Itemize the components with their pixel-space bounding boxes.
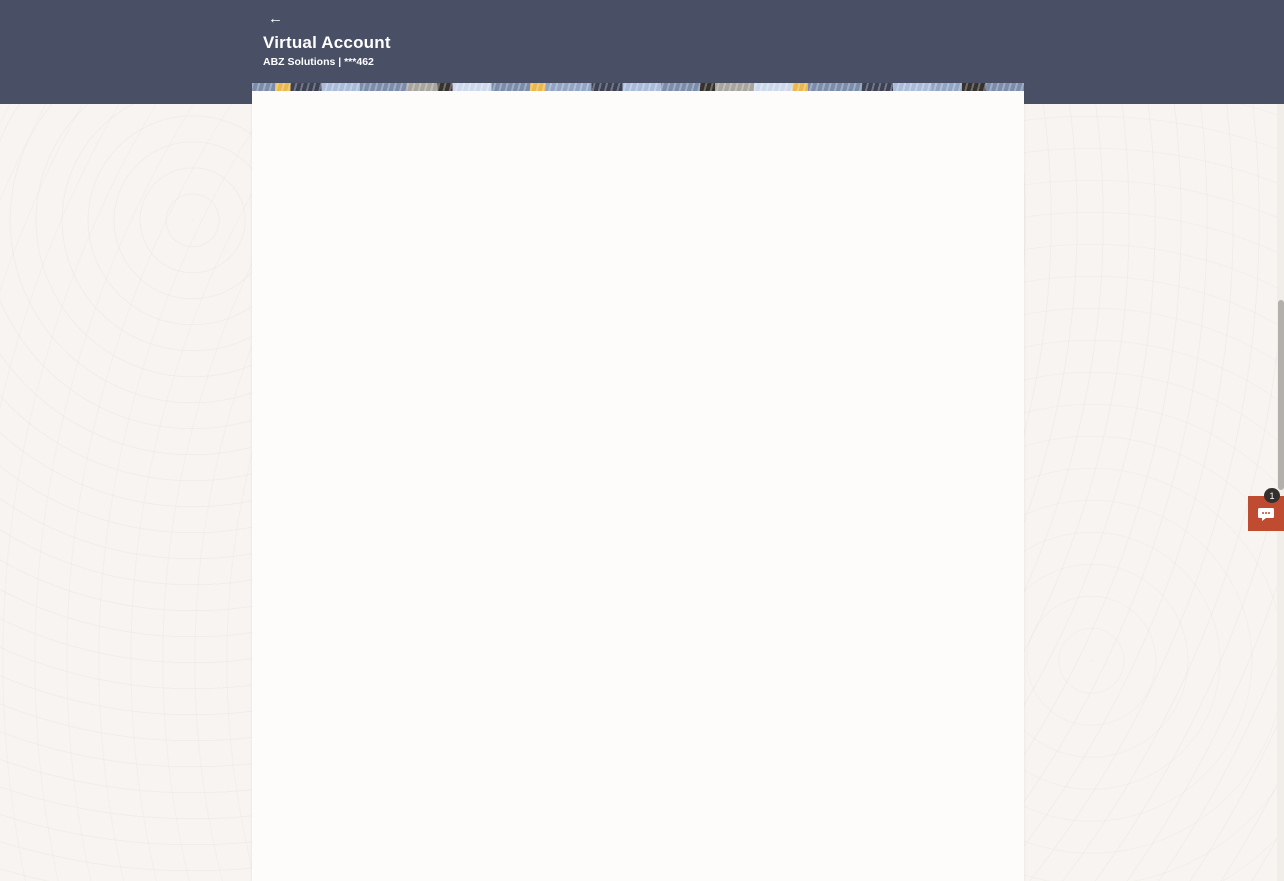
back-arrow-icon[interactable]: ←	[268, 10, 283, 27]
page-scrollbar-thumb[interactable]	[1278, 300, 1284, 490]
main-card	[252, 83, 1024, 881]
page-subtitle: ABZ Solutions | ***462	[263, 56, 374, 68]
chat-badge: 1	[1264, 488, 1280, 503]
page-title: Virtual Account	[263, 33, 391, 53]
chat-bubble-icon	[1257, 506, 1275, 522]
decorative-banner	[252, 83, 1024, 91]
